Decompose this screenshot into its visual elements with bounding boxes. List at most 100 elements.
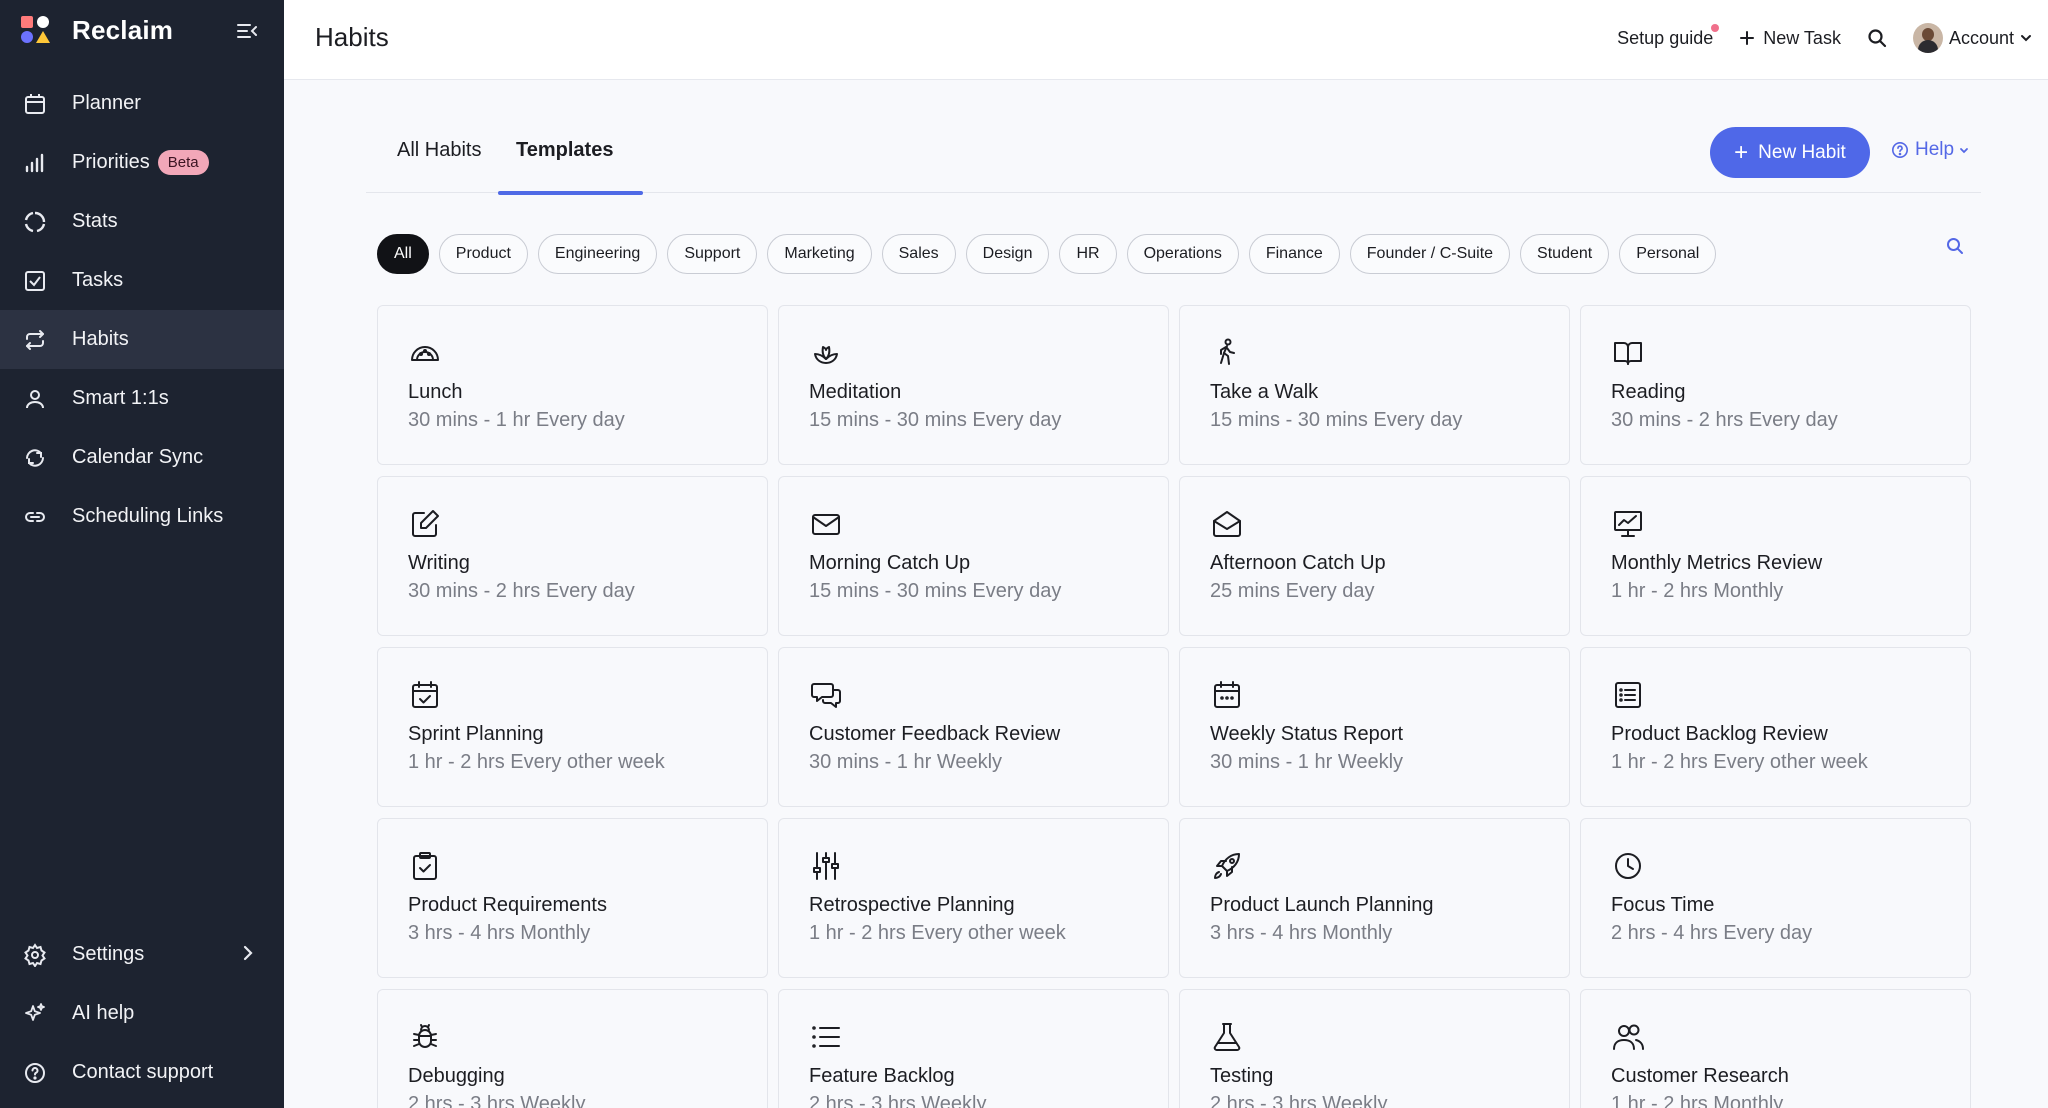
presentation-icon xyxy=(1611,507,1645,541)
template-schedule: 30 mins - 1 hr Weekly xyxy=(809,751,1003,773)
account-label: Account xyxy=(1948,27,2014,48)
template-schedule: 25 mins Every day xyxy=(1210,580,1375,602)
filter-chip-hr[interactable]: HR xyxy=(1059,234,1117,274)
sidebar-item-habits[interactable]: Habits xyxy=(0,310,284,369)
template-card[interactable]: Reading 30 mins - 2 hrs Every day xyxy=(1580,305,1971,465)
template-card[interactable]: Testing 2 hrs - 3 hrs Weekly xyxy=(1179,989,1570,1108)
avatar xyxy=(1912,23,1943,53)
filter-chip-support[interactable]: Support xyxy=(667,234,758,274)
filter-chip-student[interactable]: Student xyxy=(1520,234,1610,274)
link-icon xyxy=(22,504,48,530)
template-card[interactable]: Feature Backlog 2 hrs - 3 hrs Weekly xyxy=(778,989,1169,1108)
sidebar-item-settings[interactable]: Settings xyxy=(0,925,284,984)
sidebar-item-ai-help[interactable]: AI help xyxy=(0,984,284,1043)
sidebar-item-priorities[interactable]: Priorities Beta xyxy=(0,133,284,192)
template-card[interactable]: Writing 30 mins - 2 hrs Every day xyxy=(377,476,768,636)
template-title: Customer Feedback Review xyxy=(809,723,1061,745)
taco-icon xyxy=(408,336,442,370)
sidebar-item-label: Priorities xyxy=(72,151,150,173)
brand[interactable]: Reclaim xyxy=(20,14,173,46)
template-schedule: 15 mins - 30 mins Every day xyxy=(809,580,1062,602)
new-task-button[interactable]: New Task xyxy=(1739,28,1841,49)
calendar-icon xyxy=(22,91,48,117)
sidebar: Reclaim Planner Priorities Beta Stats Ta… xyxy=(0,0,284,1108)
filter-chip-operations[interactable]: Operations xyxy=(1126,234,1239,274)
template-schedule: 1 hr - 2 hrs Monthly xyxy=(1611,1093,1784,1108)
bug-icon xyxy=(408,1020,442,1054)
rocket-icon xyxy=(1210,849,1244,883)
chevron-down-icon xyxy=(1959,147,1969,154)
sidebar-item-calendar-sync[interactable]: Calendar Sync xyxy=(0,428,284,487)
template-title: Product Requirements xyxy=(408,894,607,916)
sidebar-item-contact-support[interactable]: Contact support xyxy=(0,1043,284,1102)
reclaim-logo xyxy=(20,14,52,46)
filter-chip-marketing[interactable]: Marketing xyxy=(767,234,872,274)
sidebar-item-planner[interactable]: Planner xyxy=(0,74,284,133)
template-title: Product Launch Planning xyxy=(1210,894,1434,916)
donut-icon xyxy=(22,209,48,235)
template-schedule: 30 mins - 1 hr Every day xyxy=(408,409,625,431)
template-card[interactable]: Customer Research 1 hr - 2 hrs Monthly xyxy=(1580,989,1971,1108)
sliders-icon xyxy=(809,849,843,883)
sidebar-item-scheduling-links[interactable]: Scheduling Links xyxy=(0,487,284,546)
sidebar-item-label: Habits xyxy=(72,328,129,350)
template-card[interactable]: Afternoon Catch Up 25 mins Every day xyxy=(1179,476,1570,636)
filter-chip-sales[interactable]: Sales xyxy=(881,234,956,274)
template-card[interactable]: Lunch 30 mins - 1 hr Every day xyxy=(377,305,768,465)
sidebar-item-tasks[interactable]: Tasks xyxy=(0,251,284,310)
account-menu[interactable]: Account xyxy=(1912,23,2032,53)
sidebar-item-label: Scheduling Links xyxy=(72,505,224,527)
template-card[interactable]: Take a Walk 15 mins - 30 mins Every day xyxy=(1179,305,1570,465)
template-card[interactable]: Monthly Metrics Review 1 hr - 2 hrs Month… xyxy=(1580,476,1971,636)
template-title: Feature Backlog xyxy=(809,1065,955,1087)
sidebar-item-stats[interactable]: Stats xyxy=(0,192,284,251)
filter-chip-finance[interactable]: Finance xyxy=(1248,234,1340,274)
clock-icon xyxy=(1611,849,1645,883)
tab-all-habits[interactable]: All Habits xyxy=(397,123,481,193)
sidebar-bottom-nav: Settings AI help Contact support xyxy=(0,925,284,1102)
template-card[interactable]: Sprint Planning 1 hr - 2 hrs Every other … xyxy=(377,647,768,807)
template-card[interactable]: Product Requirements 3 hrs - 4 hrs Monthl… xyxy=(377,818,768,978)
template-title: Testing xyxy=(1210,1065,1274,1087)
template-card[interactable]: Debugging 2 hrs - 3 hrs Weekly xyxy=(377,989,768,1108)
new-habit-button[interactable]: + New Habit xyxy=(1710,127,1870,178)
top-bar: Habits Setup guide New Task Account xyxy=(284,0,2048,80)
template-card[interactable]: Morning Catch Up 15 mins - 30 mins Every … xyxy=(778,476,1169,636)
calendar-check-icon xyxy=(408,678,442,712)
search-button[interactable] xyxy=(1867,28,1887,48)
template-card[interactable]: Retrospective Planning 1 hr - 2 hrs Every… xyxy=(778,818,1169,978)
sidebar-item-smart-1-1s[interactable]: Smart 1:1s xyxy=(0,369,284,428)
setup-guide-link[interactable]: Setup guide xyxy=(1617,23,1720,49)
sidebar-item-label: Stats xyxy=(72,210,118,232)
tab-templates[interactable]: Templates xyxy=(497,123,645,195)
filter-chip-founder-c-suite[interactable]: Founder / C-Suite xyxy=(1349,234,1511,274)
bar-chart-icon xyxy=(22,150,48,176)
flask-icon xyxy=(1210,1020,1244,1054)
template-schedule: 3 hrs - 4 hrs Monthly xyxy=(408,922,591,944)
new-task-label: New Task xyxy=(1763,27,1841,48)
mail-open-icon xyxy=(1210,507,1244,541)
filter-chip-all[interactable]: All xyxy=(377,234,429,274)
setup-guide-label: Setup guide xyxy=(1617,27,1714,48)
template-card[interactable]: Weekly Status Report 30 mins - 1 hr Weekl… xyxy=(1179,647,1570,807)
filter-chip-product[interactable]: Product xyxy=(438,234,528,274)
page-title: Habits xyxy=(315,22,389,52)
template-schedule: 2 hrs - 3 hrs Weekly xyxy=(408,1093,586,1108)
collapse-sidebar-icon[interactable] xyxy=(234,18,260,44)
sidebar-item-label: AI help xyxy=(72,1002,135,1024)
plus-icon xyxy=(1739,30,1755,46)
search-icon[interactable] xyxy=(1945,236,1965,256)
sidebar-item-label: Settings xyxy=(72,943,145,965)
help-menu[interactable]: Help xyxy=(1891,139,1969,161)
template-card[interactable]: Customer Feedback Review 30 mins - 1 hr W… xyxy=(778,647,1169,807)
template-card[interactable]: Product Backlog Review 1 hr - 2 hrs Every… xyxy=(1580,647,1971,807)
template-schedule: 30 mins - 1 hr Weekly xyxy=(1210,751,1404,773)
template-card[interactable]: Product Launch Planning 3 hrs - 4 hrs Mon… xyxy=(1179,818,1570,978)
filter-chip-personal[interactable]: Personal xyxy=(1619,234,1717,274)
template-title: Debugging xyxy=(408,1065,505,1087)
filter-chip-engineering[interactable]: Engineering xyxy=(537,234,658,274)
template-card[interactable]: Focus Time 2 hrs - 4 hrs Every day xyxy=(1580,818,1971,978)
template-card[interactable]: Meditation 15 mins - 30 mins Every day xyxy=(778,305,1169,465)
filter-chip-design[interactable]: Design xyxy=(965,234,1050,274)
template-title: Meditation xyxy=(809,381,902,403)
